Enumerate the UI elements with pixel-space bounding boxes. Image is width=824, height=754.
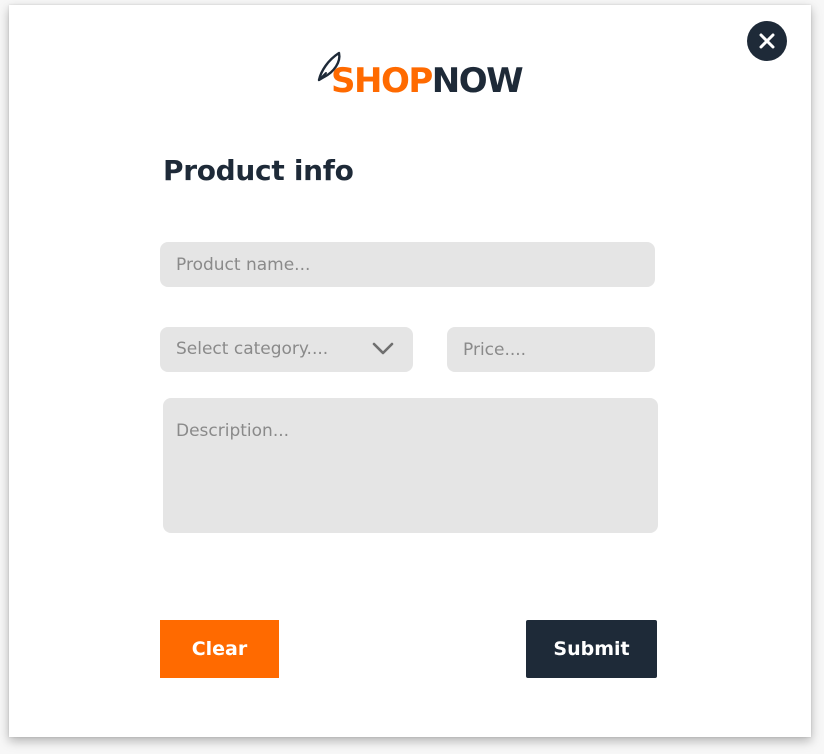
logo-wordmark: SHOPNOW (331, 61, 524, 101)
product-name-input[interactable] (160, 242, 655, 287)
close-icon (759, 33, 775, 49)
submit-button[interactable]: Submit (526, 620, 657, 678)
close-button[interactable] (747, 21, 787, 61)
product-info-modal: SHOPNOW Product info Select category....… (9, 5, 811, 737)
clear-button[interactable]: Clear (160, 620, 279, 678)
category-select[interactable]: Select category.... (160, 327, 413, 372)
logo-now-text: NOW (431, 61, 524, 101)
logo-shop-text: SHOP (331, 61, 433, 101)
page-title: Product info (163, 154, 354, 187)
category-placeholder: Select category.... (176, 339, 329, 359)
chevron-down-icon (372, 342, 394, 355)
shopnow-logo: SHOPNOW (315, 49, 524, 105)
price-input[interactable] (447, 327, 655, 372)
description-textarea[interactable] (163, 398, 658, 533)
